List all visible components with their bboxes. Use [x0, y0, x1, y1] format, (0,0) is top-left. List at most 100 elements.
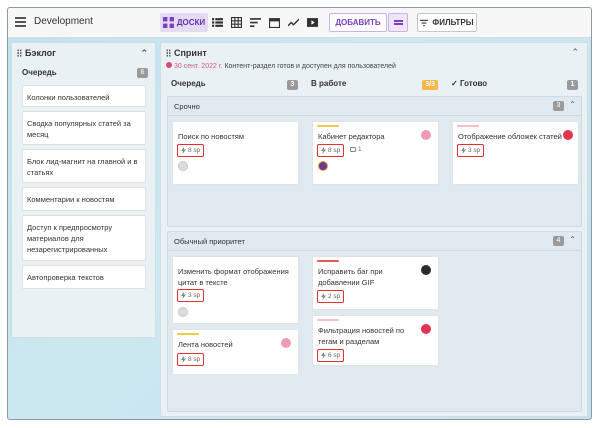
swimlane-normal-priority: Обычный приоритет 4 ⌃ Изменить формат от…	[167, 231, 582, 412]
backlog-header: Бэклог ⌃	[17, 48, 150, 60]
column-header-queue: Очередь 3	[171, 79, 298, 91]
lightning-icon	[321, 293, 326, 300]
story-points-value: 8 sp	[328, 146, 341, 154]
boards-view-label: ДОСКИ	[176, 18, 206, 27]
sort-view-button[interactable]	[246, 13, 265, 32]
backlog-card[interactable]: Автопроверка текстов	[22, 265, 146, 289]
chart-view-button[interactable]	[284, 13, 303, 32]
collapse-chevron-icon[interactable]: ⌃	[569, 235, 576, 244]
backlog-card[interactable]: Колонки пользователей	[22, 85, 146, 107]
lightning-icon	[181, 292, 186, 299]
flower-icon	[563, 130, 573, 140]
boards-icon	[162, 17, 174, 28]
avatar[interactable]	[318, 161, 328, 171]
task-card[interactable]: Кабинет редактора 8 sp 1	[312, 121, 439, 185]
filters-label: ФИЛЬТРЫ	[432, 18, 474, 27]
menu-icon[interactable]	[15, 17, 26, 27]
card-title: Лента новостей	[178, 340, 233, 349]
play-view-button[interactable]	[303, 13, 322, 32]
comments-indicator[interactable]: 1	[350, 146, 362, 153]
table-view-button[interactable]	[227, 13, 246, 32]
sprint-meta: 30 сент. 2022 г. Контент-раздел готов и …	[166, 62, 396, 70]
avatar[interactable]	[178, 307, 188, 317]
story-points-badge: 6 sp	[317, 349, 345, 362]
story-points-badge: 3 sp	[457, 144, 485, 157]
comment-icon	[350, 147, 356, 152]
rocket-icon	[166, 62, 172, 68]
list-view-button[interactable]	[208, 13, 227, 32]
card-title: Кабинет редактора	[318, 132, 385, 141]
calendar-view-button[interactable]	[265, 13, 284, 32]
story-points-value: 6 sp	[328, 351, 341, 359]
divider	[168, 250, 581, 251]
priority-bar	[317, 125, 339, 127]
top-bar: Development ДОСКИ ДОБАВИТЬ ФИЛЬТРЫ	[8, 8, 591, 38]
filter-icon	[420, 19, 429, 26]
column-header-in-progress: В работе 3/3	[311, 79, 438, 91]
add-options-button[interactable]	[388, 13, 408, 32]
check-icon: ✓	[451, 79, 458, 88]
story-points-badge: 8 sp	[177, 144, 205, 157]
task-card[interactable]: Лента новостей 8 sp	[172, 329, 299, 375]
comment-count: 1	[358, 146, 362, 153]
swimlane-urgent: Срочно 3 ⌃ Поиск по новостям 8 sp Кабине…	[167, 96, 582, 227]
drag-handle-icon[interactable]	[17, 49, 22, 57]
story-points-value: 2 sp	[328, 292, 341, 300]
sprint-header: Спринт	[166, 48, 207, 58]
backlog-queue-count: 6	[137, 68, 148, 78]
avatar[interactable]	[178, 161, 188, 171]
task-card[interactable]: Отображение обложек статей 3 sp	[452, 121, 579, 185]
story-points-badge: 3 sp	[177, 289, 205, 302]
task-card[interactable]: Поиск по новостям 8 sp	[172, 121, 299, 185]
collapse-chevron-icon[interactable]: ⌃	[569, 100, 576, 109]
collapse-chevron-icon[interactable]: ⌃	[571, 47, 579, 58]
calendar-icon	[269, 18, 280, 28]
view-switcher: ДОСКИ	[160, 13, 322, 32]
backlog-queue-label: Очередь	[22, 68, 57, 77]
collapse-chevron-icon[interactable]: ⌃	[140, 48, 148, 59]
column-count: 3	[287, 80, 298, 90]
backlog-card[interactable]: Комментарии к новостям	[22, 187, 146, 211]
menu-lines-icon	[393, 20, 403, 22]
backlog-card[interactable]: Сводка популярных статей за месяц	[22, 111, 146, 145]
boards-view-button[interactable]: ДОСКИ	[160, 13, 208, 32]
card-title: Отображение обложек статей	[458, 132, 562, 141]
backlog-panel: Бэклог ⌃ Очередь 6 Колонки пользователей…	[11, 42, 156, 338]
sprint-title: Спринт	[174, 48, 207, 58]
list-icon	[212, 18, 223, 27]
lightning-icon	[321, 147, 326, 154]
sprint-description: Контент-раздел готов и доступен для поль…	[224, 63, 396, 70]
story-points-badge: 8 sp	[317, 144, 345, 157]
story-points-value: 3 sp	[468, 146, 481, 154]
brain-icon	[281, 338, 291, 348]
task-card[interactable]: Фильтрация новостей по тегам и разделам …	[312, 315, 439, 366]
add-button[interactable]: ДОБАВИТЬ	[329, 13, 387, 32]
story-points-badge: 8 sp	[177, 353, 205, 366]
story-points-value: 8 sp	[188, 355, 201, 363]
sort-lines-icon	[250, 18, 261, 28]
app-window: Development ДОСКИ ДОБАВИТЬ ФИЛЬТРЫ Бэкло…	[7, 7, 592, 420]
drag-handle-icon[interactable]	[166, 49, 171, 57]
story-points-badge: 2 sp	[317, 290, 345, 303]
filters-button[interactable]: ФИЛЬТРЫ	[417, 13, 477, 32]
column-header-done: ✓ Готово 1	[451, 79, 578, 91]
backlog-card[interactable]: Доступ к предпросмотру материалов для не…	[22, 215, 146, 261]
priority-bar	[457, 125, 479, 127]
lightning-icon	[181, 147, 186, 154]
swimlane-title: Срочно	[174, 102, 200, 111]
sprint-date: 30 сент. 2022 г.	[174, 63, 223, 70]
card-title: Изменить формат отображения цитат в текс…	[178, 267, 289, 287]
swimlane-title: Обычный приоритет	[174, 237, 245, 246]
card-title: Исправить баг при добавлении GIF	[318, 267, 383, 287]
divider	[168, 115, 581, 116]
backlog-title: Бэклог	[25, 48, 56, 58]
backlog-card[interactable]: Блок лид-магнит на главной и в статьях	[22, 149, 146, 183]
play-icon	[307, 18, 318, 27]
priority-bar	[177, 333, 199, 335]
lightning-icon	[181, 356, 186, 363]
sprint-panel: Спринт ⌃ 30 сент. 2022 г. Контент-раздел…	[160, 42, 588, 417]
task-card[interactable]: Изменить формат отображения цитат в текс…	[172, 256, 299, 324]
card-title: Фильтрация новостей по тегам и разделам	[318, 326, 405, 346]
app-title: Development	[34, 16, 93, 27]
task-card[interactable]: Исправить баг при добавлении GIF 2 sp	[312, 256, 439, 310]
